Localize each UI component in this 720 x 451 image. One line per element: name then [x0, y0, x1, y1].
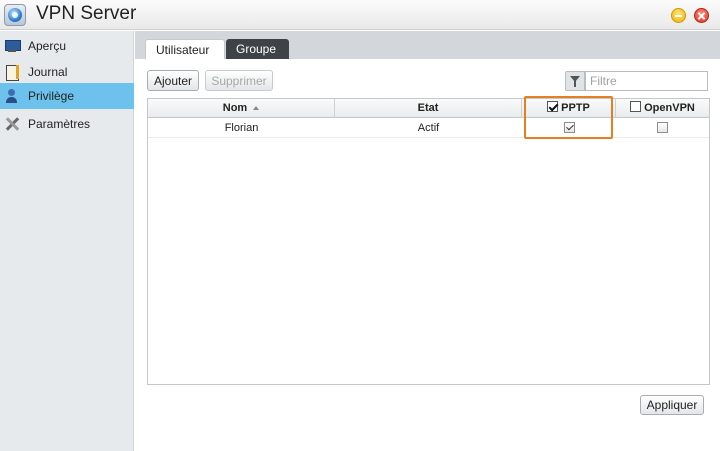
sidebar-item-privilege[interactable]: Privilège: [0, 83, 134, 109]
vpn-server-app-icon: [4, 4, 26, 26]
cell-name: Florian: [224, 122, 259, 134]
minimize-icon[interactable]: [671, 8, 686, 23]
sidebar-item-label: Journal: [28, 65, 68, 79]
table-header: Nom Etat PPTP OpenVPN: [148, 99, 709, 118]
sidebar-item-apercu[interactable]: Aperçu: [0, 33, 134, 59]
user-table: Nom Etat PPTP OpenVPN Florian Actif: [147, 98, 710, 385]
add-button[interactable]: Ajouter: [147, 70, 199, 91]
column-header-label: OpenVPN: [644, 102, 695, 114]
column-header-openvpn: OpenVPN: [616, 99, 709, 118]
tab-groupe[interactable]: Groupe: [226, 39, 289, 59]
openvpn-select-all-checkbox[interactable]: [630, 101, 642, 112]
sidebar: Aperçu Journal Privilège Paramètres: [0, 31, 134, 451]
column-header-label: Etat: [417, 102, 439, 114]
sidebar-item-label: Paramètres: [28, 117, 91, 131]
monitor-icon: [4, 38, 21, 54]
user-icon: [4, 88, 20, 104]
delete-button[interactable]: Supprimer: [205, 70, 273, 91]
sidebar-item-label: Aperçu: [28, 39, 67, 53]
sidebar-item-parametres[interactable]: Paramètres: [0, 111, 134, 137]
window-title: VPN Server: [36, 3, 137, 24]
sort-ascending-icon: [253, 106, 260, 111]
filter-icon[interactable]: [565, 71, 585, 91]
tools-icon: [4, 116, 20, 132]
column-header-label: Nom: [222, 102, 248, 114]
content-panel: Ajouter Supprimer Nom Etat PPTP OpenVPN …: [135, 59, 720, 451]
pptp-highlight-box: [524, 96, 613, 139]
tab-utilisateur[interactable]: Utilisateur: [145, 39, 225, 59]
column-header-etat[interactable]: Etat: [335, 99, 522, 118]
filter-input[interactable]: [585, 71, 708, 91]
sidebar-item-journal[interactable]: Journal: [0, 59, 134, 85]
table-row[interactable]: Florian Actif: [148, 118, 709, 138]
close-icon[interactable]: [694, 8, 709, 23]
column-header-nom[interactable]: Nom: [148, 99, 335, 118]
tab-strip: Utilisateur Groupe: [135, 31, 720, 59]
apply-button[interactable]: Appliquer: [640, 395, 704, 415]
sidebar-item-label: Privilège: [28, 89, 75, 103]
cell-openvpn: [616, 118, 709, 138]
openvpn-checkbox[interactable]: [657, 122, 668, 133]
cell-state: Actif: [417, 122, 440, 134]
journal-icon: [4, 64, 20, 81]
title-bar: VPN Server: [0, 0, 720, 30]
